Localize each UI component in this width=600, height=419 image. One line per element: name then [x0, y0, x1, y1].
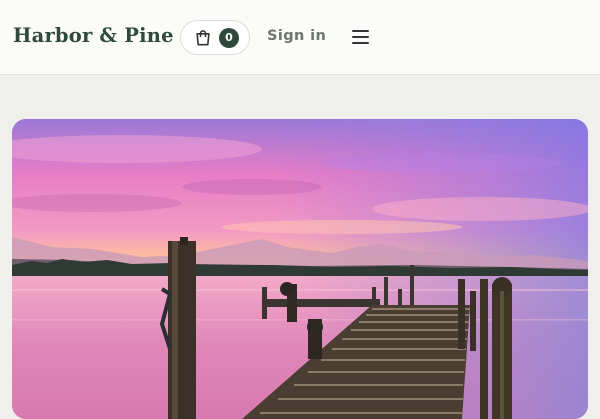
hamburger-menu-button[interactable] — [351, 28, 371, 46]
hamburger-menu-icon — [352, 30, 369, 44]
hero-image — [12, 119, 588, 419]
sunset-pier-illustration — [12, 119, 588, 419]
sign-in-link[interactable]: Sign in — [267, 28, 326, 44]
site-header: Harbor & Pine 0 Sign in — [0, 0, 600, 75]
cart-count-badge: 0 — [219, 28, 239, 48]
shopping-bag-icon — [196, 30, 210, 46]
brand-logo[interactable]: Harbor & Pine — [13, 24, 174, 47]
cart-button[interactable]: 0 — [180, 20, 250, 55]
